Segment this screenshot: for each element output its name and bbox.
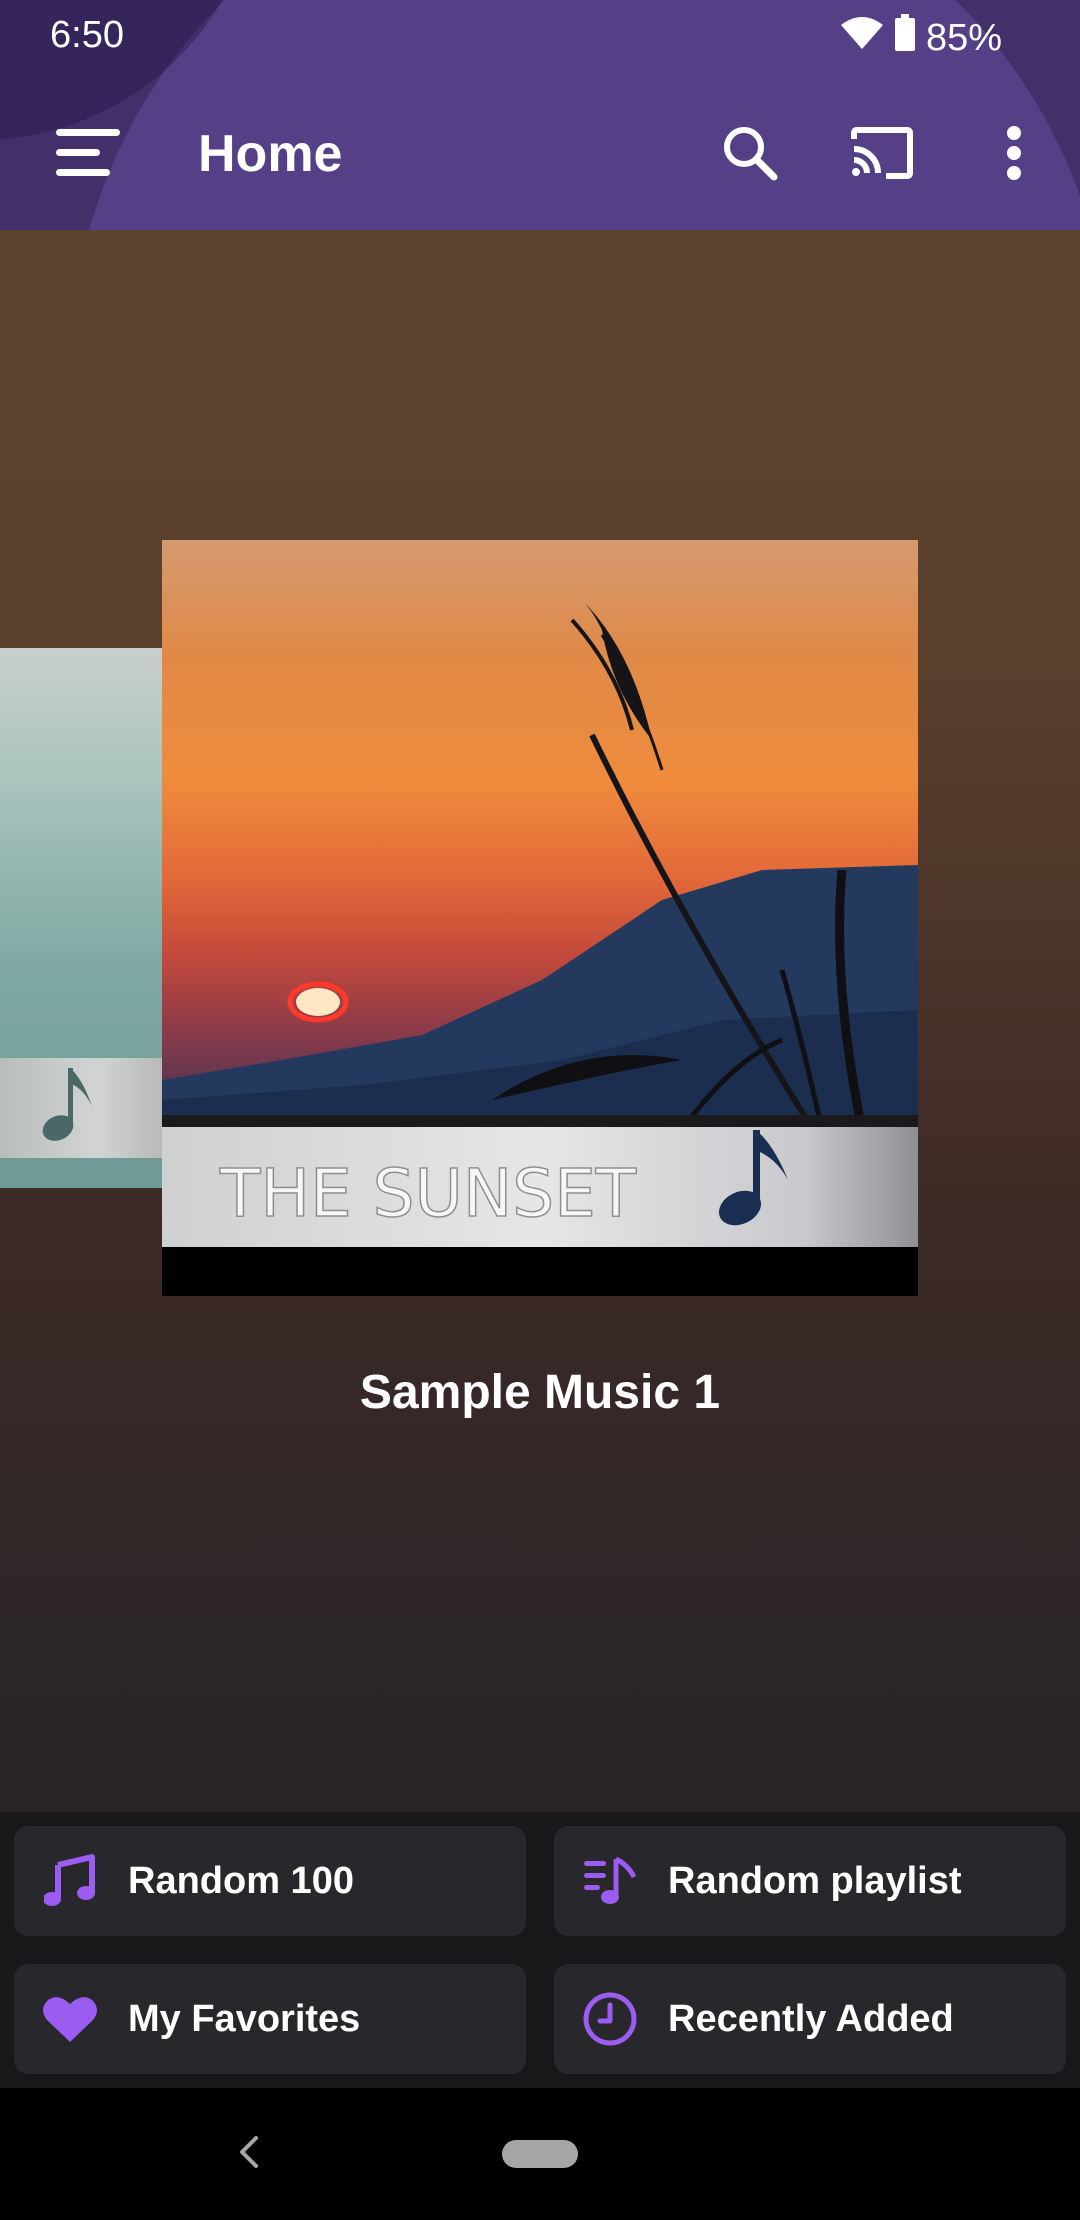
random-playlist-button[interactable]: Random playlist	[554, 1826, 1066, 1936]
status-icons: 85%	[840, 14, 1002, 62]
random-100-label: Random 100	[128, 1859, 354, 1902]
cast-button[interactable]	[834, 107, 930, 203]
home-screen: 6:50 85% Home THE SUNSET Sample Music 1 …	[0, 0, 1080, 2220]
recently-added-label: Recently Added	[668, 1997, 954, 2040]
recently-added-button[interactable]: Recently Added	[554, 1964, 1066, 2074]
search-button[interactable]	[702, 107, 798, 203]
random-playlist-label: Random playlist	[668, 1859, 962, 1902]
more-vert-icon	[1004, 125, 1024, 186]
clock-icon	[582, 1991, 638, 2047]
page-title: Home	[198, 125, 343, 183]
battery-percentage: 85%	[925, 16, 1002, 59]
system-navigation-bar	[0, 2088, 1080, 2220]
battery-icon	[894, 14, 916, 62]
chevron-left-icon	[236, 2134, 260, 2175]
back-button[interactable]	[216, 2122, 280, 2186]
status-time: 6:50	[50, 14, 124, 56]
random-100-button[interactable]: Random 100	[14, 1826, 526, 1936]
my-favorites-button[interactable]: My Favorites	[14, 1964, 526, 2074]
previous-album-cover[interactable]	[0, 648, 162, 1188]
quick-actions-grid: Random 100 Random playlist My Favorites …	[0, 1812, 1080, 2088]
app-bar: 6:50 85% Home	[0, 0, 1080, 230]
home-pill-button[interactable]	[502, 2140, 578, 2168]
search-icon	[722, 125, 778, 186]
wifi-icon	[840, 15, 884, 61]
toolbar: Home	[0, 80, 1080, 230]
menu-icon	[54, 127, 122, 184]
heart-icon	[42, 1991, 98, 2047]
playlist-music-icon	[582, 1853, 638, 1909]
current-album-cover[interactable]: THE SUNSET	[162, 540, 918, 1296]
status-bar: 6:50 85%	[0, 0, 1080, 76]
album-title[interactable]: Sample Music 1	[0, 1365, 1080, 1420]
my-favorites-label: My Favorites	[128, 1997, 361, 2040]
more-options-button[interactable]	[966, 107, 1062, 203]
cast-icon	[850, 126, 914, 184]
cover-text: THE SUNSET	[219, 1155, 637, 1232]
music-note-icon	[42, 1853, 98, 1909]
menu-button[interactable]	[40, 107, 136, 203]
